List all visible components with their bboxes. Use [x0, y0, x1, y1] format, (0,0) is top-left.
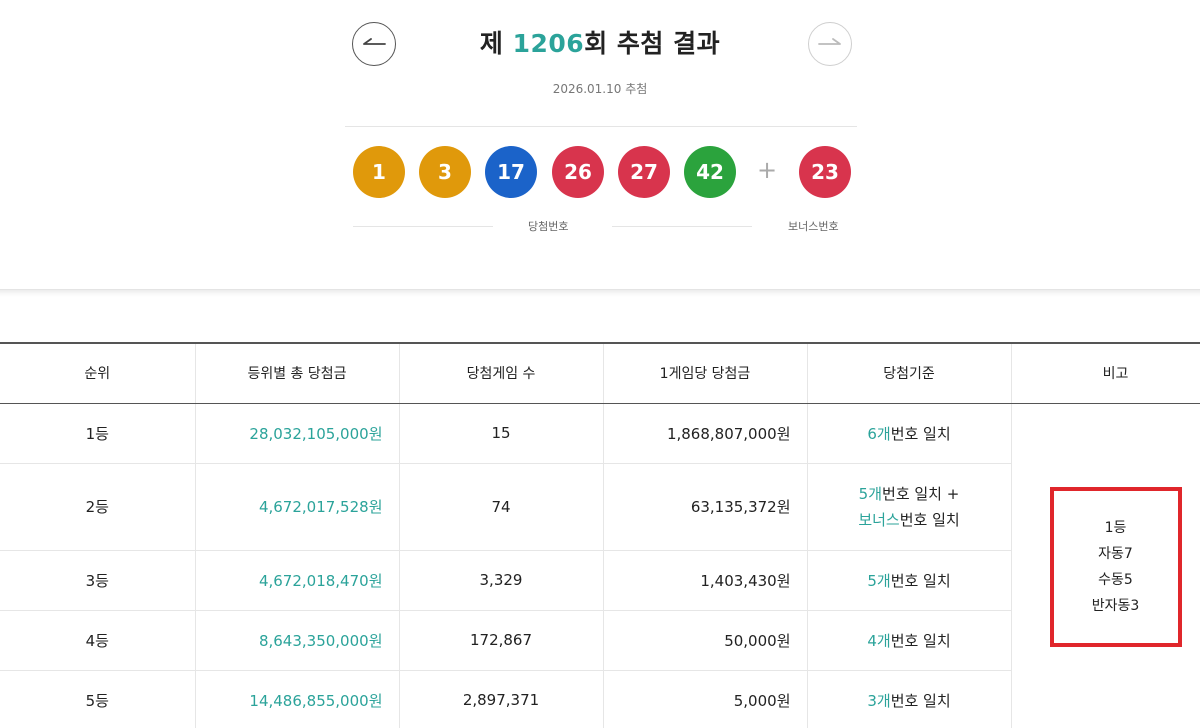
- winning-ball-4: 26: [552, 146, 604, 198]
- winning-ball-6: 42: [684, 146, 736, 198]
- winning-ball-5: 27: [618, 146, 670, 198]
- prize-table-container: 순위 등위별 총 당첨금 당첨게임 수 1게임당 당첨금 당첨기준 비고 1등 …: [0, 342, 1200, 728]
- winning-ball-2: 3: [419, 146, 471, 198]
- highlighted-note-box: 1등 자동7 수동5 반자동3: [1049, 486, 1182, 647]
- games-cell: 3,329: [399, 550, 604, 611]
- prize-table: 순위 등위별 총 당첨금 당첨게임 수 1게임당 당첨금 당첨기준 비고 1등 …: [0, 342, 1200, 728]
- criteria-cell: 3개번호 일치: [807, 670, 1012, 728]
- total-prize-cell: 4,672,018,470원: [195, 550, 400, 611]
- per-game-cell: 63,135,372원: [603, 463, 808, 551]
- rank-cell: 5등: [0, 670, 196, 728]
- round-number: 1206: [512, 29, 585, 58]
- table-row: 1등 28,032,105,000원 15 1,868,807,000원 6개번…: [0, 403, 1200, 728]
- bonus-ball: 23: [799, 146, 851, 198]
- per-game-cell: 50,000원: [603, 610, 808, 671]
- page-title: 제 1206회 추첨 결과: [479, 29, 721, 58]
- total-prize-cell: 8,643,350,000원: [195, 610, 400, 671]
- winning-numbers-label: 당첨번호: [528, 220, 569, 233]
- draw-date: 2026.01.10 추첨: [552, 82, 648, 96]
- divider: [612, 226, 752, 227]
- header-winning-games: 당첨게임 수: [399, 342, 604, 404]
- total-prize-cell: 4,672,017,528원: [195, 463, 400, 551]
- per-game-cell: 1,403,430원: [603, 550, 808, 611]
- per-game-cell: 5,000원: [603, 670, 808, 728]
- criteria-cell: 5개번호 일치 + 보너스번호 일치: [807, 463, 1012, 551]
- header-rank: 순위: [0, 342, 196, 404]
- plus-sign: +: [757, 156, 778, 184]
- criteria-cell: 4개번호 일치: [807, 610, 1012, 671]
- winning-ball-1: 1: [353, 146, 405, 198]
- bonus-number-label: 보너스번호: [788, 220, 839, 233]
- games-cell: 15: [399, 403, 604, 464]
- header-note: 비고: [1011, 342, 1200, 404]
- winning-ball-3: 17: [485, 146, 537, 198]
- rank-cell: 4등: [0, 610, 196, 671]
- winning-number-balls: 1 3 17 26 27 42 + 23: [353, 146, 863, 198]
- header-total-prize: 등위별 총 당첨금: [195, 342, 400, 404]
- rank-cell: 2등: [0, 463, 196, 551]
- per-game-cell: 1,868,807,000원: [603, 403, 808, 464]
- criteria-cell: 6개번호 일치: [807, 403, 1012, 464]
- table-header-row: 순위 등위별 총 당첨금 당첨게임 수 1게임당 당첨금 당첨기준 비고: [0, 342, 1200, 404]
- divider: [345, 126, 857, 127]
- divider: [353, 226, 493, 227]
- header-criteria: 당첨기준: [807, 342, 1012, 404]
- note-cell: 1등 자동7 수동5 반자동3: [1011, 403, 1200, 728]
- header-prize-per-game: 1게임당 당첨금: [603, 342, 808, 404]
- rank-cell: 1등: [0, 403, 196, 464]
- games-cell: 172,867: [399, 610, 604, 671]
- rank-cell: 3등: [0, 550, 196, 611]
- total-prize-cell: 14,486,855,000원: [195, 670, 400, 728]
- total-prize-cell: 28,032,105,000원: [195, 403, 400, 464]
- games-cell: 2,897,371: [399, 670, 604, 728]
- games-cell: 74: [399, 463, 604, 551]
- criteria-cell: 5개번호 일치: [807, 550, 1012, 611]
